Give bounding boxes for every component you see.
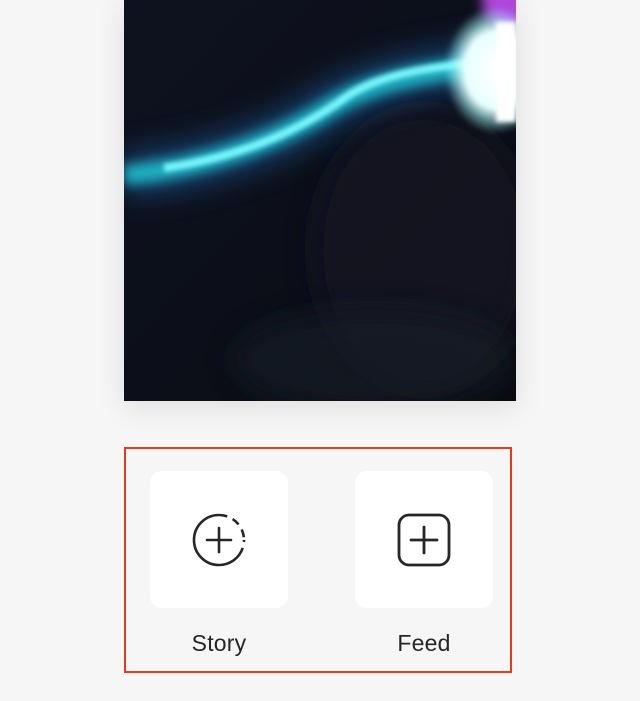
- screen: Story Feed: [0, 0, 640, 701]
- story-add-icon: [192, 513, 246, 566]
- share-destination-panel: Story Feed: [124, 447, 512, 673]
- story-option[interactable]: Story: [150, 471, 288, 657]
- media-preview: [124, 0, 516, 401]
- feed-add-icon: [397, 513, 451, 566]
- feed-option[interactable]: Feed: [355, 471, 493, 657]
- feed-label: Feed: [397, 630, 451, 656]
- preview-image: [124, 0, 516, 401]
- feed-button[interactable]: [355, 471, 493, 608]
- story-label: Story: [191, 630, 247, 656]
- story-button[interactable]: [150, 471, 288, 608]
